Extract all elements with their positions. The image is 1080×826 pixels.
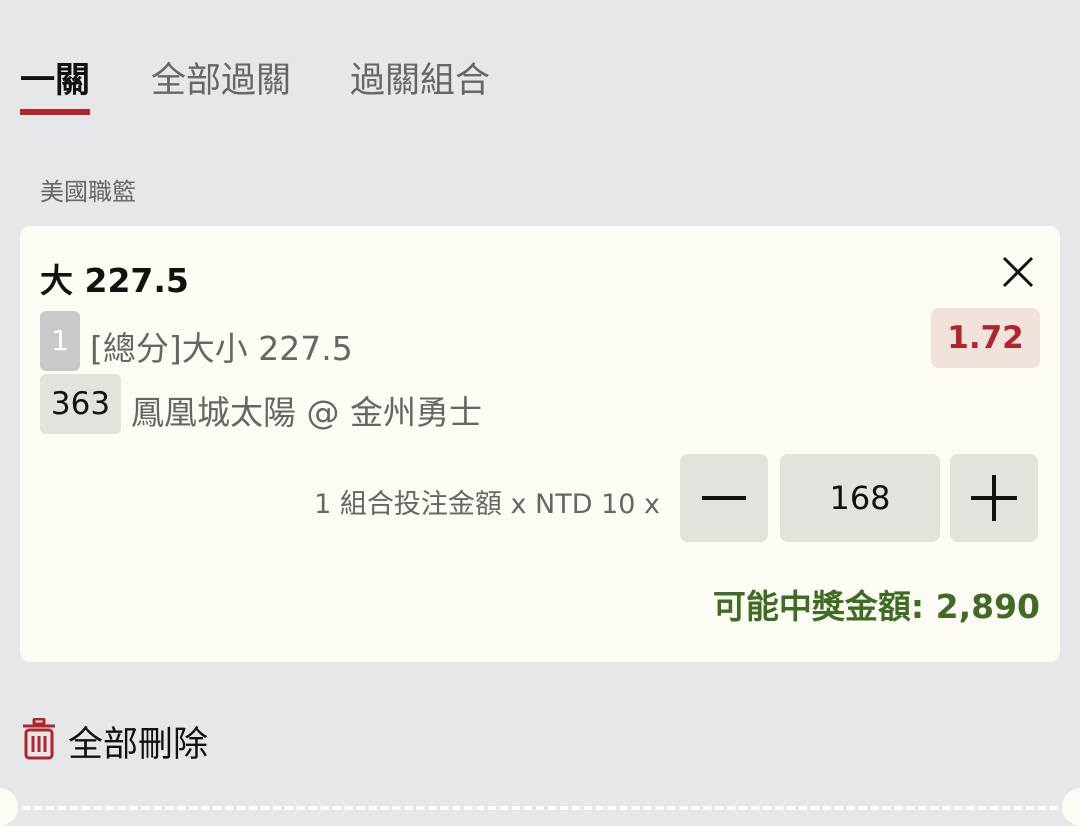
- tab-all-parlay[interactable]: 全部過關: [151, 52, 291, 103]
- tab-single[interactable]: 一關: [20, 52, 90, 103]
- selection-title: 大 227.5: [40, 261, 189, 300]
- minus-icon: [702, 496, 746, 500]
- bet-slip-card: 大 227.5 1 [總分]大小 227.5 1.72 363 鳳凰城太陽 @ …: [20, 226, 1060, 662]
- odds-badge: 1.72: [931, 308, 1040, 368]
- event-code-badge: 363: [40, 374, 121, 434]
- trash-icon: [23, 718, 55, 760]
- decrease-button[interactable]: [680, 454, 768, 542]
- close-icon[interactable]: [998, 252, 1038, 292]
- selection-number-badge: 1: [40, 311, 80, 371]
- active-tab-indicator: [20, 109, 90, 115]
- event-name: 鳳凰城太陽 @ 金州勇士: [131, 393, 482, 432]
- market-label: [總分]大小 227.5: [90, 329, 353, 368]
- increase-button[interactable]: [950, 454, 1038, 542]
- delete-all-label: 全部刪除: [68, 725, 209, 765]
- dashed-divider: [10, 806, 1070, 810]
- potential-payout: 可能中獎金額: 2,890: [712, 587, 1040, 626]
- ticket-notch-right: [1062, 788, 1080, 826]
- league-label: 美國職籃: [40, 178, 136, 206]
- quantity-input[interactable]: [780, 454, 940, 542]
- ticket-notch-left: [0, 788, 18, 826]
- plus-icon: [971, 475, 1017, 521]
- stake-label: 1 組合投注金額 x NTD 10 x: [314, 489, 660, 520]
- tab-parlay-combo[interactable]: 過關組合: [350, 52, 490, 103]
